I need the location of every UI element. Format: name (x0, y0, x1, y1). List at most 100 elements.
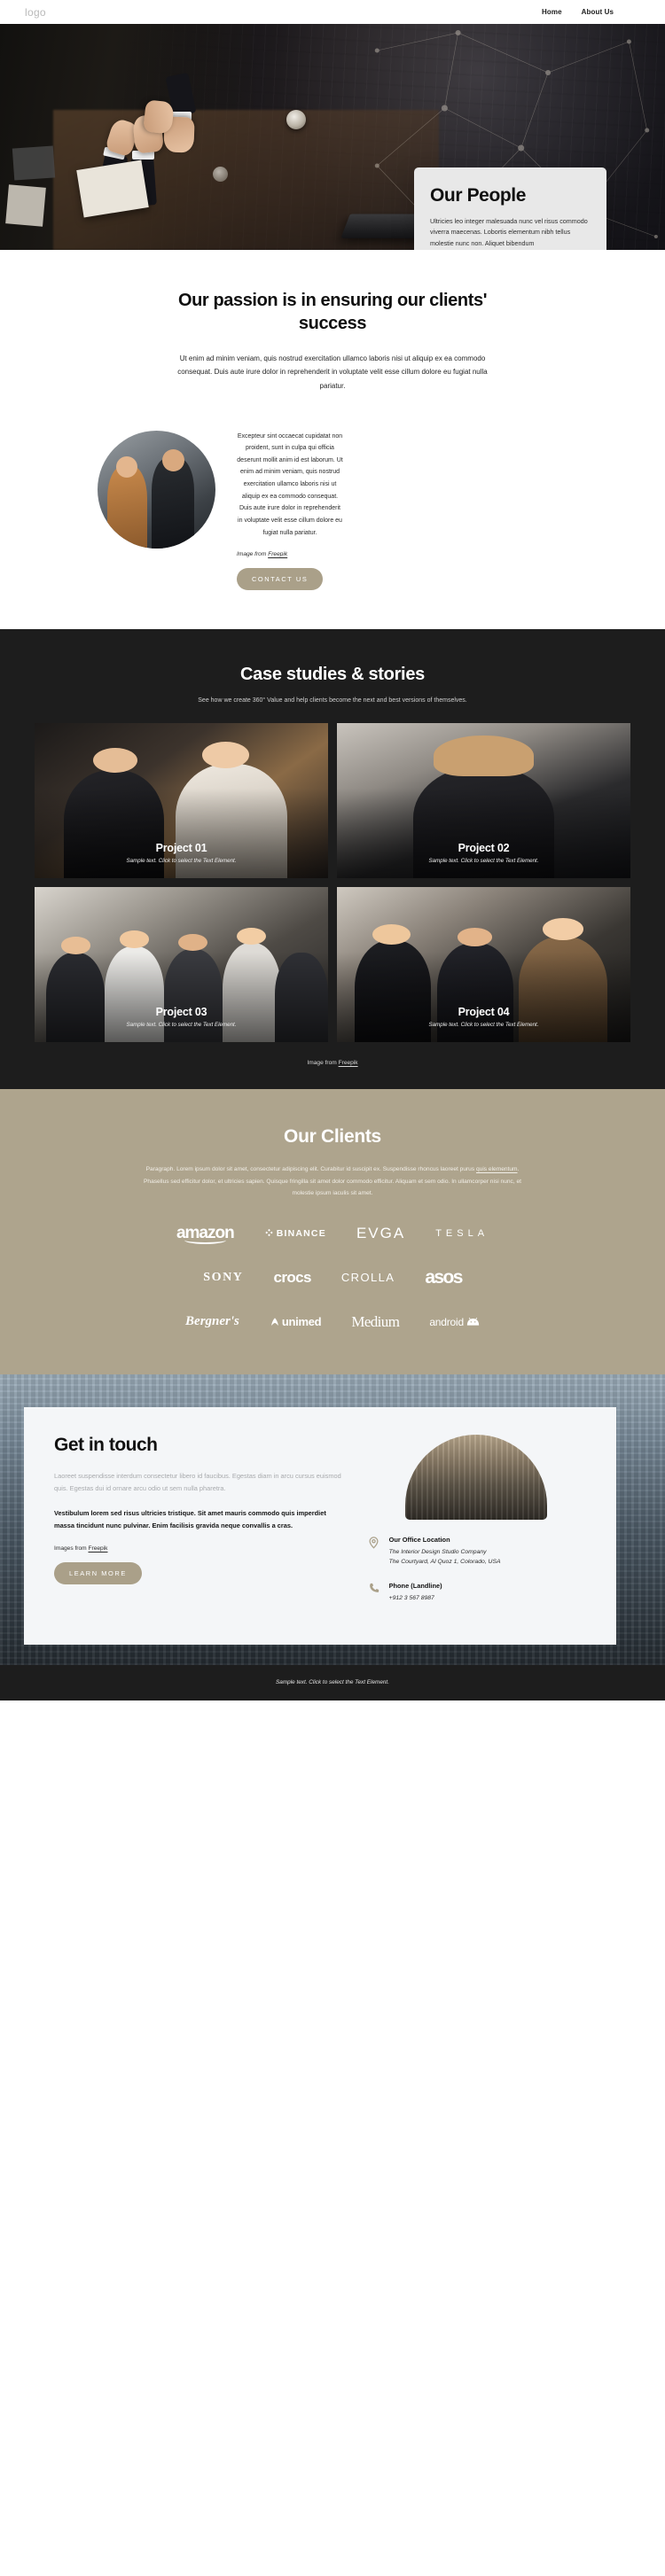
project-card-title: Project 02 (458, 842, 510, 855)
clients-heading: Our Clients (284, 1126, 381, 1148)
city-arch-image (405, 1434, 548, 1520)
project-card-subtitle: Sample text. Click to select the Text El… (126, 858, 237, 865)
sony-logo[interactable]: SONY (203, 1266, 243, 1289)
project-card-caption: Project 03 Sample text. Click to select … (35, 1006, 328, 1028)
top-navigation: logo Home About Us (0, 0, 665, 24)
binance-diamond-icon (265, 1229, 273, 1237)
hero-tablet-prop (12, 145, 56, 181)
phone-info: Phone (Landline) +912 3 567 8987 (367, 1582, 586, 1604)
hero-title: Our People (430, 185, 527, 206)
tesla-logo[interactable]: TESLA (435, 1222, 489, 1245)
contact-section: Get in touch Laoreet suspendisse interdu… (0, 1374, 665, 1665)
hero-notebook-prop (4, 184, 46, 227)
project-card-title: Project 01 (155, 842, 207, 855)
office-line-1: The Interior Design Studio Company (388, 1548, 487, 1555)
case-studies-grid: Project 01 Sample text. Click to select … (35, 723, 630, 1043)
phone-icon (367, 1582, 380, 1595)
contact-learn-more-button[interactable]: LEARN MORE (54, 1561, 142, 1584)
case-studies-image-credit: Image from Freepik (0, 1060, 665, 1066)
office-location-title: Our Office Location (388, 1535, 450, 1544)
project-card[interactable]: Project 01 Sample text. Click to select … (35, 723, 328, 879)
client-logo-row-1: amazon BINANCE EVGA TESLA (84, 1222, 581, 1245)
passion-two-column: Excepteur sint occaecat cupidatat non pr… (0, 393, 665, 591)
contact-strong-paragraph: Vestibulum lorem sed risus ultricies tri… (54, 1508, 326, 1530)
project-card[interactable]: Project 03 Sample text. Click to select … (35, 887, 328, 1043)
unimed-symbol-icon (270, 1318, 278, 1326)
passion-credit-link[interactable]: Freepik (268, 551, 287, 557)
passion-image-credit: Image from Freepik (237, 551, 343, 557)
nav-link-about-us[interactable]: About Us (582, 8, 614, 16)
case-studies-section: Case studies & stories See how we create… (0, 629, 665, 1090)
cases-credit-link[interactable]: Freepik (339, 1060, 358, 1066)
passion-heading: Our passion is in ensuring our clients' … (177, 291, 488, 334)
unimed-logo-text: unimed (281, 1315, 322, 1329)
project-card-caption: Project 04 Sample text. Click to select … (337, 1006, 630, 1028)
client-logo-row-2: SONY crocs CROLLA asos (84, 1266, 581, 1289)
case-studies-subheading: See how we create 360° Value and help cl… (198, 697, 467, 704)
contact-credit-prefix: Images from (54, 1545, 89, 1552)
passion-section: Our passion is in ensuring our clients' … (0, 250, 665, 591)
hero-section: Our People Ultricies leo integer malesua… (0, 24, 665, 250)
crolla-logo[interactable]: CROLLA (341, 1266, 395, 1289)
hero-coffee-cup (286, 109, 306, 129)
footer-text: Sample text. Click to select the Text El… (276, 1679, 389, 1686)
team-portrait-image (98, 430, 215, 549)
clients-paragraph-part-1: Paragraph. Lorem ipsum dolor sit amet, c… (145, 1166, 476, 1173)
passion-credit-prefix: Image from (237, 551, 269, 558)
contact-muted-paragraph: Laoreet suspendisse interdum consectetur… (54, 1471, 341, 1493)
office-location-lines: The Interior Design Studio Company The C… (389, 1547, 501, 1568)
android-robot-icon (466, 1318, 480, 1327)
hero-document-prop (76, 160, 149, 218)
project-card-subtitle: Sample text. Click to select the Text El… (428, 1022, 539, 1029)
contact-image-credit: Images from Freepik (54, 1545, 344, 1552)
contact-left-column: Get in touch Laoreet suspendisse interdu… (54, 1435, 344, 1617)
evga-logo[interactable]: EVGA (356, 1222, 405, 1245)
binance-logo-text: BINANCE (276, 1227, 326, 1239)
project-card[interactable]: Project 04 Sample text. Click to select … (337, 887, 630, 1043)
contact-right-column: Our Office Location The Interior Design … (367, 1434, 586, 1617)
android-logo-text: android (429, 1315, 464, 1328)
medium-logo[interactable]: Medium (351, 1311, 400, 1334)
hero-paragraph: Ultricies leo integer malesuada nunc vel… (430, 217, 588, 247)
nav-link-home[interactable]: Home (542, 8, 562, 16)
project-card[interactable]: Project 02 Sample text. Click to select … (337, 723, 630, 879)
nav-links: Home About Us (542, 8, 640, 16)
binance-logo[interactable]: BINANCE (264, 1222, 326, 1245)
passion-side-paragraph: Excepteur sint occaecat cupidatat non pr… (237, 432, 343, 536)
contact-us-button[interactable]: CONTACT US (237, 568, 324, 591)
clients-paragraph: Paragraph. Lorem ipsum dolor sit amet, c… (142, 1163, 523, 1199)
location-pin-icon (367, 1536, 380, 1549)
hero-card: Our People Ultricies leo integer malesua… (414, 167, 606, 250)
contact-card: Get in touch Laoreet suspendisse interdu… (24, 1406, 616, 1645)
phone-number[interactable]: +912 3 567 8987 (389, 1593, 442, 1604)
hero-glass-prop (213, 166, 228, 182)
clients-section: Our Clients Paragraph. Lorem ipsum dolor… (0, 1089, 665, 1374)
project-card-caption: Project 01 Sample text. Click to select … (35, 842, 328, 864)
project-card-title: Project 04 (458, 1006, 510, 1019)
cases-credit-prefix: Image from (307, 1060, 339, 1067)
project-card-caption: Project 02 Sample text. Click to select … (337, 842, 630, 864)
office-line-2: The Courtyard, Al Quoz 1, Colorado, USA (388, 1559, 501, 1566)
asos-logo[interactable]: asos (425, 1266, 463, 1289)
page-footer: Sample text. Click to select the Text El… (0, 1664, 665, 1700)
unimed-logo[interactable]: unimed (270, 1311, 322, 1334)
project-card-subtitle: Sample text. Click to select the Text El… (428, 858, 539, 865)
client-logo-row-3: Bergner's unimed Medium android (84, 1311, 581, 1334)
site-logo[interactable]: logo (25, 6, 46, 19)
crocs-logo[interactable]: crocs (274, 1266, 312, 1289)
bergners-logo[interactable]: Bergner's (185, 1311, 239, 1334)
contact-credit-link[interactable]: Freepik (88, 1545, 107, 1552)
phone-title: Phone (Landline) (388, 1581, 442, 1590)
clients-paragraph-link[interactable]: quis elementum (476, 1166, 518, 1172)
portrait-person-2 (162, 448, 185, 472)
office-location-info: Our Office Location The Interior Design … (367, 1536, 586, 1568)
case-studies-heading: Case studies & stories (240, 665, 425, 685)
project-card-title: Project 03 (155, 1006, 207, 1019)
contact-heading: Get in touch (54, 1434, 158, 1455)
amazon-logo[interactable]: amazon (176, 1222, 235, 1245)
passion-side-column: Excepteur sint occaecat cupidatat non pr… (237, 431, 343, 591)
project-card-subtitle: Sample text. Click to select the Text El… (126, 1022, 237, 1029)
client-logos: amazon BINANCE EVGA TESLA SONY crocs CRO… (84, 1222, 581, 1334)
android-logo[interactable]: android (429, 1311, 480, 1334)
portrait-person-1 (116, 455, 138, 478)
